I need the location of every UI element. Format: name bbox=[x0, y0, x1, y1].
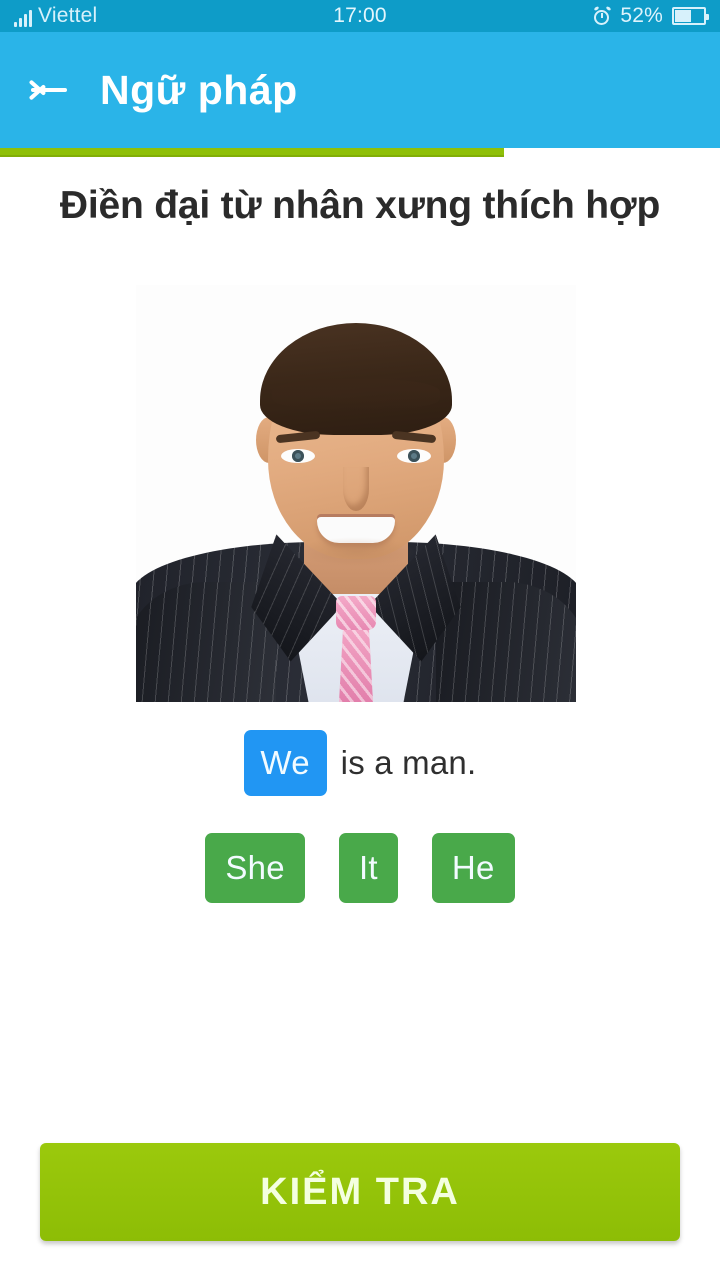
lesson-progress-bar bbox=[0, 148, 720, 157]
answer-sentence-row: We is a man. bbox=[0, 730, 720, 796]
answer-option-chip[interactable]: He bbox=[431, 833, 515, 903]
battery-icon bbox=[672, 7, 709, 25]
selected-answer-chip[interactable]: We bbox=[243, 730, 327, 796]
alarm-clock-icon bbox=[593, 5, 612, 25]
app-bar: Ngữ pháp bbox=[0, 32, 720, 148]
answer-option-chip[interactable]: It bbox=[338, 833, 398, 903]
answer-options-row: She It He bbox=[0, 833, 720, 903]
check-answer-button[interactable]: KIỂM TRA bbox=[40, 1143, 680, 1241]
photo-man-in-suit bbox=[136, 285, 576, 702]
carrier-name: Viettel bbox=[38, 4, 98, 27]
sentence-tail-text: is a man. bbox=[340, 744, 477, 781]
lesson-progress-fill bbox=[0, 148, 504, 157]
battery-percent-label: 52% bbox=[620, 4, 663, 27]
back-button[interactable] bbox=[0, 32, 96, 148]
status-bar-right: 52% bbox=[593, 4, 709, 28]
page-title: Ngữ pháp bbox=[100, 66, 298, 113]
signal-bars-icon bbox=[14, 10, 32, 27]
question-prompt: Điền đại từ nhân xưng thích hợp bbox=[59, 184, 661, 227]
status-bar-left: Viettel bbox=[14, 5, 97, 27]
status-bar: Viettel 17:00 52% bbox=[0, 0, 720, 32]
answer-option-chip[interactable]: She bbox=[205, 833, 305, 903]
phone-screen: Viettel 17:00 52% Ngữ pháp Điền đại từ n… bbox=[0, 0, 720, 1280]
exercise-image bbox=[136, 285, 576, 702]
exercise-content: Điền đại từ nhân xưng thích hợp We is a … bbox=[0, 157, 720, 1280]
back-arrow-icon bbox=[27, 75, 69, 105]
